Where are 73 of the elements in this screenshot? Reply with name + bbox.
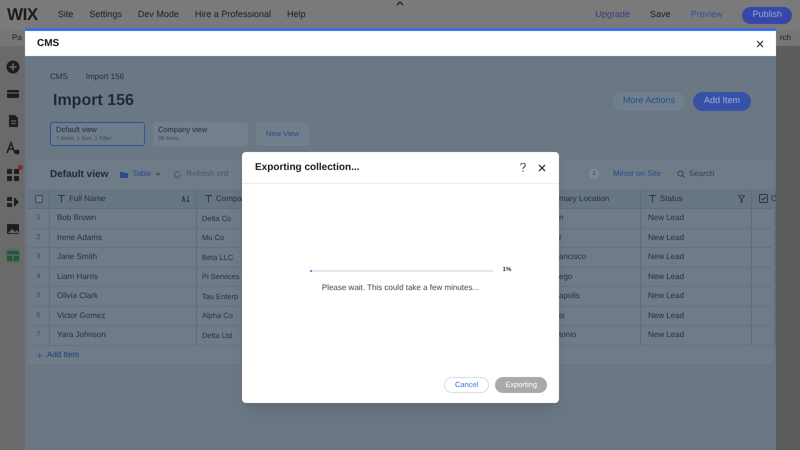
filter-icon[interactable] xyxy=(738,194,745,202)
design-icon[interactable] xyxy=(6,141,20,155)
search-field[interactable]: Search xyxy=(689,168,759,180)
table-cell: New Lead xyxy=(648,310,684,322)
table-cell: apolis xyxy=(559,290,580,302)
table-cell: New Lead xyxy=(648,251,684,264)
column-header[interactable]: Compa xyxy=(216,192,242,204)
more-actions-button[interactable]: More Actions xyxy=(612,92,685,110)
table-cell: New Lead xyxy=(648,329,684,342)
table-cell: New Lead xyxy=(648,212,684,224)
menu-item[interactable]: Hire a Professional xyxy=(194,8,271,22)
table-cell: n xyxy=(559,212,564,224)
media-icon[interactable] xyxy=(6,222,20,236)
table-cell: is xyxy=(559,310,565,322)
text-type-icon xyxy=(204,194,213,203)
close-icon[interactable] xyxy=(756,40,764,48)
panel-title: CMS xyxy=(37,37,60,51)
menu-item[interactable]: Save xyxy=(650,8,670,22)
table-cell: ancisco xyxy=(559,251,586,264)
puzzle-icon[interactable] xyxy=(6,195,20,209)
table-cell: New Lead xyxy=(648,270,684,283)
mirror-link[interactable]: Mirror on Site xyxy=(612,168,661,180)
layout-dropdown[interactable]: Table xyxy=(132,168,152,180)
toolbar-item[interactable]: Pa xyxy=(12,32,22,44)
table-cell: Jane Smith xyxy=(57,251,98,264)
sort-icon[interactable] xyxy=(181,194,190,202)
table-cell: ego xyxy=(559,270,572,283)
add-item-button[interactable]: Add Item xyxy=(692,92,751,110)
menu-item[interactable]: Settings xyxy=(89,8,122,22)
add-icon[interactable] xyxy=(6,60,20,74)
table-cell: tonio xyxy=(559,329,576,342)
checkbox-type-icon xyxy=(759,194,768,203)
table-cell: New Lead xyxy=(648,290,684,302)
folder-icon xyxy=(120,170,128,178)
table-cell: Liam Harris xyxy=(57,270,98,283)
menu-item[interactable]: Upgrade xyxy=(595,8,630,22)
select-all-checkbox[interactable] xyxy=(34,194,42,202)
menu-item[interactable]: Site xyxy=(58,8,74,22)
table-cell: Irene Adams xyxy=(57,232,102,244)
table-cell: r xyxy=(559,232,562,244)
dialog-title: Exporting collection... xyxy=(255,161,360,175)
search-icon xyxy=(677,170,685,178)
logo[interactable]: WIX xyxy=(7,2,38,28)
column-header[interactable]: Status xyxy=(660,192,683,204)
view-title: Default view xyxy=(50,168,108,182)
breadcrumb-item[interactable]: CMS xyxy=(50,71,68,83)
text-type-icon xyxy=(648,194,657,203)
table-cell: New Lead xyxy=(648,232,684,244)
table-cell: Bob Brown xyxy=(57,212,96,224)
breadcrumb-item[interactable]: Import 156 xyxy=(86,71,124,83)
toolbar-item[interactable]: rch xyxy=(780,32,791,44)
page-title: Import 156 xyxy=(53,91,134,111)
help-icon[interactable] xyxy=(520,163,526,172)
close-icon[interactable] xyxy=(538,164,546,172)
refresh-icon xyxy=(173,170,182,178)
text-type-icon xyxy=(57,194,66,203)
column-header[interactable]: C xyxy=(771,192,777,204)
table-cell: Yara Johnson xyxy=(57,329,106,342)
menu-item[interactable]: Dev Mode xyxy=(138,8,179,22)
section-icon[interactable] xyxy=(6,87,20,101)
menu-item[interactable]: Help xyxy=(286,8,306,22)
plus-icon xyxy=(36,352,43,358)
table-cell: Victor Gomez xyxy=(57,310,106,322)
caret-icon xyxy=(155,172,162,176)
apps-icon[interactable] xyxy=(6,168,20,182)
status-message: Please wait. This could take a few minutes... xyxy=(322,282,480,294)
chevron-icon[interactable] xyxy=(396,1,404,6)
add-item-link[interactable]: Add Item xyxy=(47,349,80,361)
publish-button[interactable]: Publish xyxy=(742,6,792,24)
column-header[interactable]: mary Location xyxy=(559,192,610,204)
column-header[interactable]: Full Name xyxy=(69,192,106,204)
menu-item[interactable]: Preview xyxy=(690,8,722,22)
table-cell: Olivia Clark xyxy=(57,290,98,302)
